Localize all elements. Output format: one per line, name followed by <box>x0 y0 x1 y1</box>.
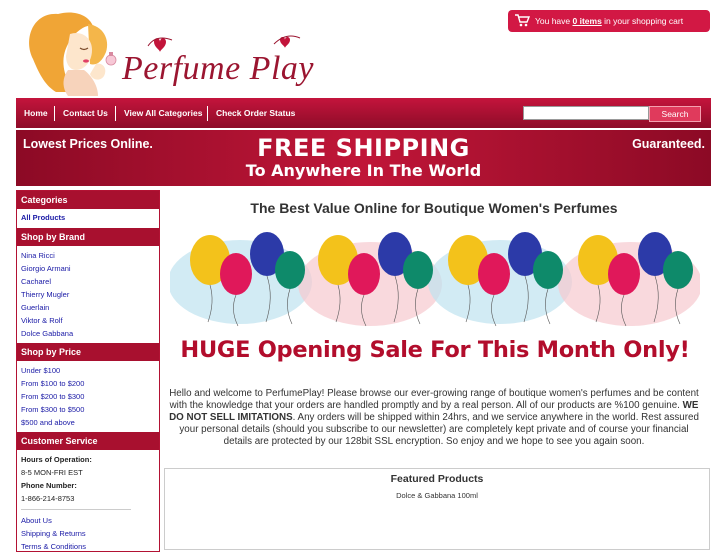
sale-headline: HUGE Opening Sale For This Month Only! <box>180 337 690 363</box>
banner-subheadline: To Anywhere In The World <box>245 161 482 180</box>
woman-illustration-icon <box>29 12 117 96</box>
phone-value: 1-866-214-8753 <box>21 494 75 503</box>
featured-products-panel: Featured Products Dolce & Gabbana 100ml <box>164 468 710 550</box>
page-title: The Best Value Online for Boutique Women… <box>250 200 618 216</box>
sidebar-item-brand[interactable]: Giorgio Armani <box>21 264 71 273</box>
nav-contact-us[interactable]: Contact Us <box>63 98 108 128</box>
phone-label: Phone Number: <box>21 481 77 490</box>
cart-items-link[interactable]: 0 items <box>573 16 602 26</box>
shopping-cart-summary[interactable]: You have 0 items in your shopping cart <box>508 10 710 32</box>
sidebar-item-brand[interactable]: Dolce Gabbana <box>21 329 73 338</box>
sidebar-item-brand[interactable]: Guerlain <box>21 303 49 312</box>
nav-check-order-status[interactable]: Check Order Status <box>216 98 295 128</box>
banner-headline: FREE SHIPPING <box>257 134 470 162</box>
sidebar: Categories All Products Shop by Brand Ni… <box>16 190 160 552</box>
featured-products-title: Featured Products <box>390 473 484 485</box>
welcome-text: Hello and welcome to PerfumePlay! Please… <box>164 388 704 448</box>
featured-product-link[interactable]: Dolce & Gabbana 100ml <box>165 491 709 500</box>
sidebar-item-price[interactable]: Under $100 <box>21 366 60 375</box>
sidebar-item-brand[interactable]: Thierry Mugler <box>21 290 69 299</box>
sidebar-divider <box>21 509 131 510</box>
logo-text[interactable]: Perfume Play <box>122 50 314 88</box>
search-button[interactable]: Search <box>649 106 701 122</box>
sidebar-item-brand[interactable]: Viktor & Rolf <box>21 316 63 325</box>
nav-divider <box>207 106 208 121</box>
sidebar-heading-customer-service: Customer Service <box>17 432 159 450</box>
cart-prefix: You have <box>535 16 573 26</box>
sidebar-item-brand[interactable]: Cacharel <box>21 277 51 286</box>
nav-home[interactable]: Home <box>24 98 48 128</box>
shopping-cart-icon <box>515 14 530 27</box>
sidebar-item-about-us[interactable]: About Us <box>21 516 52 525</box>
sidebar-item-all-products[interactable]: All Products <box>21 213 65 222</box>
hours-label: Hours of Operation: <box>21 455 92 464</box>
search-input[interactable] <box>523 106 649 120</box>
welcome-part-1: Hello and welcome to PerfumePlay! Please… <box>169 388 699 411</box>
sidebar-item-shipping-returns[interactable]: Shipping & Returns <box>21 529 86 538</box>
sidebar-item-terms[interactable]: Terms & Conditions <box>21 542 86 551</box>
sidebar-item-price[interactable]: From $200 to $300 <box>21 392 84 401</box>
hours-value: 8-5 MON-FRI EST <box>21 468 83 477</box>
nav-divider <box>115 106 116 121</box>
sidebar-item-price[interactable]: From $300 to $500 <box>21 405 84 414</box>
cart-status-text: You have 0 items in your shopping cart <box>535 10 683 32</box>
sidebar-heading-price: Shop by Price <box>17 343 159 361</box>
sidebar-item-brand[interactable]: Nina Ricci <box>21 251 55 260</box>
sidebar-heading-categories: Categories <box>17 191 159 209</box>
free-shipping-banner: Lowest Prices Online. Guaranteed. FREE S… <box>16 130 711 186</box>
nav-view-all-categories[interactable]: View All Categories <box>124 98 202 128</box>
cart-suffix: in your shopping cart <box>601 16 684 26</box>
sidebar-heading-brand: Shop by Brand <box>17 228 159 246</box>
nav-divider <box>54 106 55 121</box>
sidebar-item-price[interactable]: From $100 to $200 <box>21 379 84 388</box>
sidebar-item-price[interactable]: $500 and above <box>21 418 75 427</box>
main-navigation: Home Contact Us View All Categories Chec… <box>16 98 711 128</box>
